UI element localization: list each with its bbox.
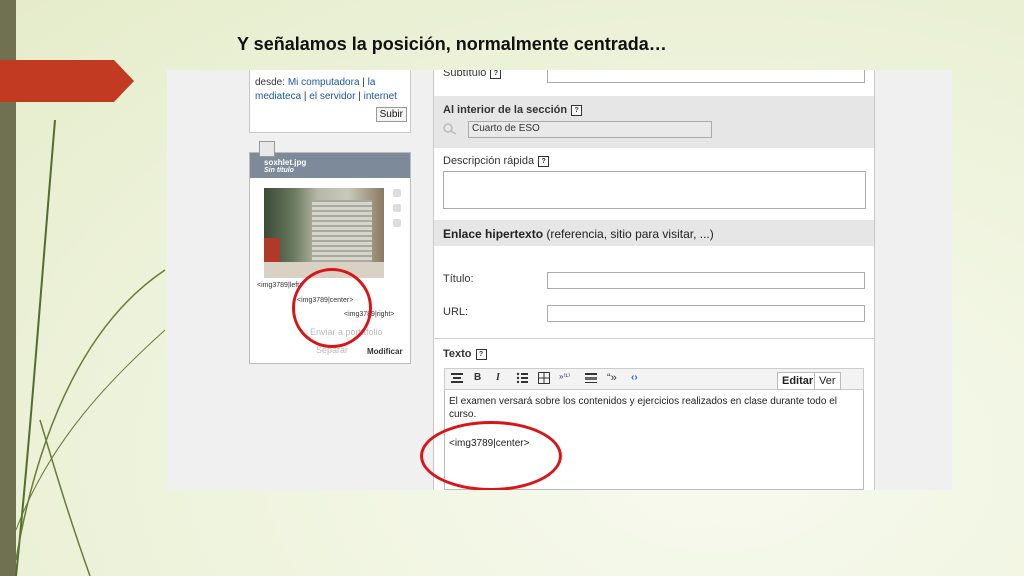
editor-toolbar: B I »⁽¹⁾ “» ‹› Editar Ver (444, 368, 864, 390)
rotate-icon[interactable] (393, 189, 401, 197)
subtitle-label: Subtítulo? (443, 70, 502, 79)
accent-arrow-shape (0, 60, 134, 102)
screenshot-panel: desde: Mi computadora | la mediateca | e… (167, 70, 952, 490)
heading-icon[interactable] (585, 372, 597, 384)
help-icon[interactable]: ? (475, 349, 487, 360)
slide-title: Y señalamos la posición, normalmente cen… (237, 34, 667, 54)
italic-icon[interactable]: I (496, 372, 500, 383)
insert-table-icon[interactable] (538, 372, 550, 384)
text-label-text: Texto (443, 348, 472, 360)
help-icon[interactable]: ? (490, 70, 502, 79)
text-label: Texto? (443, 348, 487, 360)
hyperlink-heading: Enlace hipertexto (referencia, sitio par… (443, 227, 714, 241)
section-value-field[interactable]: Cuarto de ESO (468, 121, 712, 138)
section-label-text: Al interior de la sección (443, 104, 568, 116)
annotation-circle-right (420, 421, 562, 490)
separator: | (359, 77, 368, 88)
tab-view[interactable]: Ver (814, 372, 841, 390)
url-input[interactable] (547, 305, 865, 322)
source-media-link[interactable]: mediateca (255, 91, 301, 102)
quote-icon[interactable]: “» (607, 372, 617, 384)
zoom-icon[interactable] (393, 219, 401, 227)
source-server-link[interactable]: el servidor (309, 91, 355, 102)
hyperlink-heading-note: (referencia, sitio para visitar, ...) (543, 227, 714, 241)
list-icon[interactable] (516, 372, 528, 384)
modify-button[interactable]: Modificar (367, 347, 403, 356)
document-subtitle: Sin título (264, 167, 294, 174)
subtitle-label-text: Subtítulo (443, 70, 487, 79)
description-textarea[interactable] (443, 171, 866, 209)
upload-submit-button[interactable]: Subir (375, 107, 407, 122)
footnote-icon[interactable]: »⁽¹⁾ (559, 372, 570, 381)
photo-window-blinds (312, 200, 372, 262)
document-filename: soxhlet.jpg (264, 158, 307, 167)
help-icon[interactable]: ? (571, 105, 583, 116)
subtitle-input[interactable] (547, 70, 865, 83)
tab-edit[interactable]: Editar (777, 372, 819, 390)
document-type-icon (259, 141, 275, 157)
link-title-input[interactable] (547, 272, 865, 289)
align-icon[interactable] (451, 372, 463, 384)
source-computer-link[interactable]: Mi computadora (288, 77, 360, 88)
help-icon[interactable]: ? (538, 156, 550, 167)
editor-paragraph: El examen versará sobre los contenidos y… (449, 396, 837, 420)
description-label: Descripción rápida? (443, 155, 550, 167)
url-label: URL: (443, 306, 469, 318)
upload-source-panel: desde: Mi computadora | la mediateca | e… (249, 70, 411, 133)
code-icon[interactable]: ‹› (631, 372, 638, 383)
section-divider (434, 338, 874, 339)
link-title-label: Título: (443, 273, 474, 285)
section-label: Al interior de la sección? (443, 104, 583, 116)
document-side-tools (393, 189, 403, 233)
annotation-circle-left (292, 268, 372, 348)
separator: | (355, 91, 364, 102)
source-media-link-start[interactable]: la (368, 77, 376, 88)
search-icon[interactable] (442, 122, 464, 136)
source-internet-link[interactable]: internet (364, 91, 397, 102)
document-image-preview[interactable] (264, 188, 384, 278)
hyperlink-heading-bold: Enlace hipertexto (443, 227, 544, 241)
upload-prefix: desde: (255, 77, 288, 88)
bold-icon[interactable]: B (474, 372, 481, 383)
description-label-text: Descripción rápida (443, 155, 535, 167)
edit-icon[interactable] (393, 204, 401, 212)
